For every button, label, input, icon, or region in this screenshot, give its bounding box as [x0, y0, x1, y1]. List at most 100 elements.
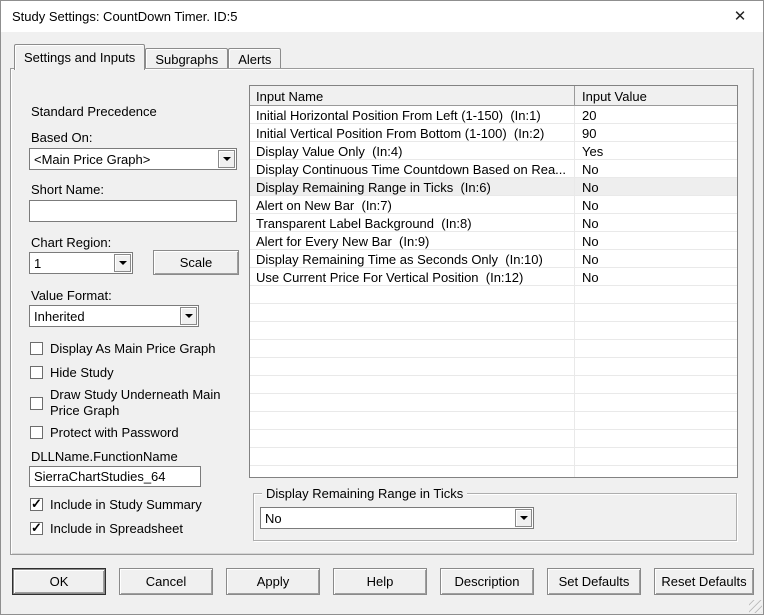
chevron-down-icon[interactable] [218, 150, 235, 168]
checkbox-icon[interactable] [30, 496, 43, 512]
short-name-input[interactable] [29, 200, 237, 222]
table-row-empty[interactable] [250, 304, 737, 322]
checkbox-protect-with-password[interactable]: Protect with Password [30, 425, 240, 440]
input-name-cell[interactable]: Alert for Every New Bar (In:9) [250, 232, 575, 249]
based-on-dropdown[interactable]: <Main Price Graph> [29, 148, 237, 170]
input-name-cell[interactable]: Use Current Price For Vertical Position … [250, 268, 575, 285]
table-row-empty[interactable] [250, 466, 737, 477]
input-name-cell [250, 340, 575, 357]
input-value-cell[interactable]: No [575, 250, 737, 267]
input-name-cell [250, 430, 575, 447]
value-format-dropdown[interactable]: Inherited [29, 305, 199, 327]
description-button[interactable]: Description [440, 568, 534, 595]
tab-subgraphs[interactable]: Subgraphs [145, 48, 229, 69]
input-value-cell[interactable]: No [575, 196, 737, 213]
checkbox-include-in-spreadsheet[interactable]: Include in Spreadsheet [30, 520, 245, 536]
table-row[interactable]: Transparent Label Background (In:8) No [250, 214, 737, 232]
description-button-label: Description [454, 574, 520, 589]
input-value-cell [575, 286, 737, 303]
checkbox-icon[interactable] [30, 342, 43, 355]
table-row[interactable]: Initial Horizontal Position From Left (1… [250, 106, 737, 124]
table-row-empty[interactable] [250, 448, 737, 466]
table-row[interactable]: Display Remaining Time as Seconds Only (… [250, 250, 737, 268]
input-name-cell[interactable]: Display Continuous Time Countdown Based … [250, 160, 575, 177]
ok-button[interactable]: OK [12, 568, 106, 595]
input-name-cell [250, 394, 575, 411]
value-format-label: Value Format: [31, 288, 112, 303]
tab-label: Alerts [238, 52, 272, 67]
checkbox-draw-study-underneath[interactable]: Draw Study Underneath Main Price Graph [30, 387, 235, 419]
checkbox-hide-study[interactable]: Hide Study [30, 365, 240, 380]
table-row[interactable]: Use Current Price For Vertical Position … [250, 268, 737, 286]
table-row-empty[interactable] [250, 394, 737, 412]
reset-defaults-button[interactable]: Reset Defaults [654, 568, 754, 595]
set-defaults-button[interactable]: Set Defaults [547, 568, 641, 595]
table-row-empty[interactable] [250, 430, 737, 448]
table-row[interactable]: Initial Vertical Position From Bottom (1… [250, 124, 737, 142]
input-name-cell[interactable]: Transparent Label Background (In:8) [250, 214, 575, 231]
checkbox-icon[interactable] [30, 366, 43, 379]
input-value-cell[interactable]: No [575, 214, 737, 231]
cancel-button[interactable]: Cancel [119, 568, 213, 595]
checkbox-label: Include in Spreadsheet [50, 521, 183, 536]
input-value-dropdown[interactable]: No [260, 507, 534, 529]
input-name-cell [250, 322, 575, 339]
input-value-cell[interactable]: No [575, 178, 737, 195]
chart-region-dropdown[interactable]: 1 [29, 252, 133, 274]
input-value-cell [575, 448, 737, 465]
table-row-empty[interactable] [250, 340, 737, 358]
checkbox-icon[interactable] [30, 426, 43, 439]
input-name-cell[interactable]: Alert on New Bar (In:7) [250, 196, 575, 213]
input-name-cell[interactable]: Display Remaining Range in Ticks (In:6) [250, 178, 575, 195]
input-value-cell[interactable]: No [575, 232, 737, 249]
input-name-cell[interactable]: Display Value Only (In:4) [250, 142, 575, 159]
short-name-label: Short Name: [31, 182, 104, 197]
table-row[interactable]: Display Continuous Time Countdown Based … [250, 160, 737, 178]
chevron-down-icon[interactable] [180, 307, 197, 325]
input-value-cell[interactable]: Yes [575, 142, 737, 159]
table-row-empty[interactable] [250, 376, 737, 394]
apply-button[interactable]: Apply [226, 568, 320, 595]
dll-function-name-input[interactable] [29, 466, 201, 487]
inputs-table: Input Name Input Value Initial Horizonta… [249, 85, 738, 478]
input-value-cell [575, 412, 737, 429]
checkbox-display-as-main-price-graph[interactable]: Display As Main Price Graph [30, 341, 240, 356]
table-row-empty[interactable] [250, 412, 737, 430]
input-name-cell[interactable]: Display Remaining Time as Seconds Only (… [250, 250, 575, 267]
table-row[interactable]: Alert for Every New Bar (In:9) No [250, 232, 737, 250]
table-row-empty[interactable] [250, 322, 737, 340]
column-header-input-name[interactable]: Input Name [250, 86, 575, 105]
input-name-cell[interactable]: Initial Vertical Position From Bottom (1… [250, 124, 575, 141]
table-row-selected[interactable]: Display Remaining Range in Ticks (In:6) … [250, 178, 737, 196]
input-value-cell[interactable]: 20 [575, 106, 737, 123]
checkbox-include-in-study-summary[interactable]: Include in Study Summary [30, 496, 245, 512]
close-icon[interactable]: ✕ [725, 3, 755, 29]
table-row[interactable]: Alert on New Bar (In:7) No [250, 196, 737, 214]
column-header-input-value[interactable]: Input Value [575, 86, 737, 105]
input-value-cell [575, 466, 737, 477]
chevron-down-icon[interactable] [114, 254, 131, 272]
tab-label: Subgraphs [155, 52, 219, 67]
input-value-cell[interactable]: 90 [575, 124, 737, 141]
scale-button[interactable]: Scale [153, 250, 239, 275]
table-row-empty[interactable] [250, 286, 737, 304]
checkbox-label: Draw Study Underneath Main Price Graph [50, 387, 221, 418]
input-name-cell[interactable]: Initial Horizontal Position From Left (1… [250, 106, 575, 123]
tab-alerts[interactable]: Alerts [228, 48, 282, 69]
checkbox-icon[interactable] [30, 396, 43, 410]
reset-defaults-button-label: Reset Defaults [661, 574, 747, 589]
input-value-cell[interactable]: No [575, 268, 737, 285]
table-row[interactable]: Display Value Only (In:4) Yes [250, 142, 737, 160]
tab-settings-and-inputs[interactable]: Settings and Inputs [14, 44, 146, 70]
checkbox-icon[interactable] [30, 520, 43, 536]
input-name-cell [250, 412, 575, 429]
input-value-cell[interactable]: No [575, 160, 737, 177]
chevron-down-icon[interactable] [515, 509, 532, 527]
resize-grip[interactable] [749, 600, 762, 613]
groupbox-label: Display Remaining Range in Ticks [262, 486, 468, 501]
input-value-cell [575, 394, 737, 411]
input-value-cell [575, 340, 737, 357]
help-button[interactable]: Help [333, 568, 427, 595]
table-row-empty[interactable] [250, 358, 737, 376]
set-defaults-button-label: Set Defaults [558, 574, 630, 589]
